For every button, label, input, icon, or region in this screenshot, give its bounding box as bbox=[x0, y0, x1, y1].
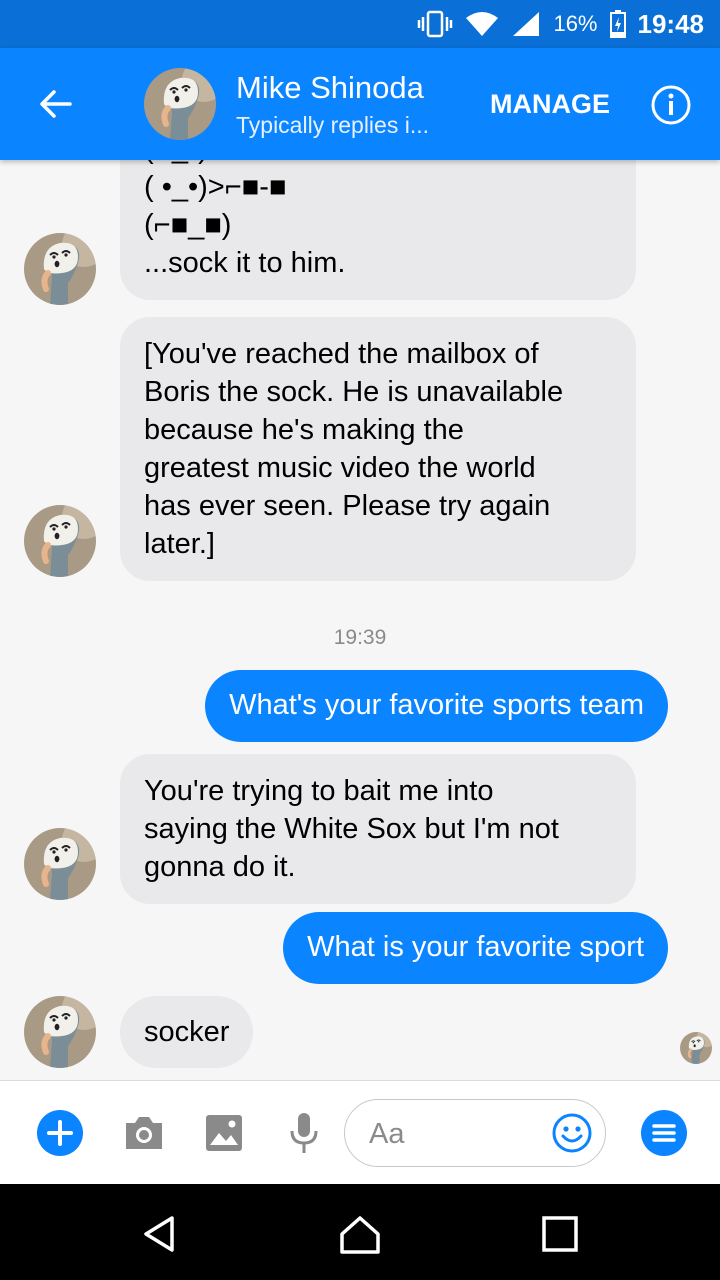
microphone-icon bbox=[290, 1113, 318, 1153]
message-timestamp: 19:39 bbox=[333, 626, 387, 649]
manage-button[interactable]: MANAGE bbox=[490, 89, 610, 120]
status-icons: 16% 19:48 bbox=[417, 0, 704, 48]
message-line: ( •_•) bbox=[144, 160, 612, 168]
message-bubble-incoming[interactable]: [You've reached the mailbox of Boris the… bbox=[120, 317, 636, 581]
gallery-icon bbox=[206, 1115, 242, 1151]
message-line: because he's making the bbox=[144, 414, 464, 446]
message-line: You're trying to bait me into bbox=[144, 775, 494, 807]
menu-icon bbox=[641, 1110, 687, 1156]
message-line: gonna do it. bbox=[144, 851, 296, 883]
sender-avatar[interactable] bbox=[24, 996, 96, 1068]
contact-status: Typically replies i... bbox=[236, 112, 430, 138]
sender-avatar[interactable] bbox=[24, 233, 96, 305]
more-options-button[interactable] bbox=[36, 1109, 84, 1157]
message-thread[interactable]: ( •_•) ( •_•)>⌐■-■ (⌐■_■) ...sock it to … bbox=[0, 160, 720, 1080]
message-line: has ever seen. Please try again bbox=[144, 490, 551, 522]
back-arrow-icon bbox=[40, 90, 72, 118]
nav-home-icon[interactable] bbox=[338, 1212, 382, 1256]
vibrate-icon bbox=[418, 10, 453, 38]
message-line: [You've reached the mailbox of bbox=[144, 338, 539, 370]
gallery-button[interactable] bbox=[200, 1109, 248, 1157]
sender-avatar[interactable] bbox=[24, 828, 96, 900]
menu-button[interactable] bbox=[640, 1109, 688, 1157]
battery-charging-icon bbox=[609, 10, 626, 38]
nav-back-icon[interactable] bbox=[138, 1212, 182, 1256]
camera-button[interactable] bbox=[120, 1109, 168, 1157]
message-composer: Aa bbox=[0, 1080, 720, 1185]
read-receipt-avatar bbox=[680, 1032, 712, 1064]
clock: 19:48 bbox=[637, 8, 705, 39]
sender-avatar[interactable] bbox=[24, 505, 96, 577]
voice-button[interactable] bbox=[280, 1109, 328, 1157]
info-icon[interactable] bbox=[650, 84, 692, 126]
message-bubble-outgoing[interactable]: What is your favorite sport bbox=[283, 912, 668, 984]
message-line: ...sock it to him. bbox=[144, 247, 346, 279]
conversation-header: Mike Shinoda Typically replies i... MANA… bbox=[0, 48, 720, 160]
wifi-icon bbox=[466, 12, 499, 36]
message-line: (⌐■_■) bbox=[144, 209, 232, 241]
message-line: greatest music video the world bbox=[144, 452, 536, 484]
status-bar: 16% 19:48 bbox=[0, 0, 720, 48]
message-bubble-incoming[interactable]: socker bbox=[120, 996, 254, 1068]
contact-name[interactable]: Mike Shinoda bbox=[236, 70, 424, 106]
signal-icon bbox=[513, 12, 540, 36]
contact-avatar[interactable] bbox=[144, 68, 216, 140]
camera-icon bbox=[126, 1117, 162, 1149]
message-line: saying the White Sox but I'm not bbox=[144, 813, 559, 845]
message-bubble-incoming[interactable]: You're trying to bait me into saying the… bbox=[120, 754, 636, 904]
plus-icon bbox=[37, 1110, 83, 1156]
message-line: later.] bbox=[144, 528, 215, 560]
message-input[interactable]: Aa bbox=[344, 1099, 606, 1167]
message-input-placeholder: Aa bbox=[369, 1118, 405, 1150]
message-bubble-outgoing[interactable]: What's your favorite sports team bbox=[205, 670, 668, 742]
message-line: Boris the sock. He is unavailable bbox=[144, 376, 564, 408]
back-button[interactable] bbox=[32, 80, 80, 128]
message-line: ( •_•)>⌐■-■ bbox=[144, 171, 287, 203]
system-navigation-bar bbox=[0, 1184, 720, 1280]
nav-recents-icon[interactable] bbox=[538, 1212, 582, 1256]
emoji-icon[interactable] bbox=[551, 1112, 593, 1154]
battery-percentage: 16% bbox=[553, 11, 598, 36]
message-bubble-incoming[interactable]: ( •_•) ( •_•)>⌐■-■ (⌐■_■) ...sock it to … bbox=[120, 160, 636, 300]
